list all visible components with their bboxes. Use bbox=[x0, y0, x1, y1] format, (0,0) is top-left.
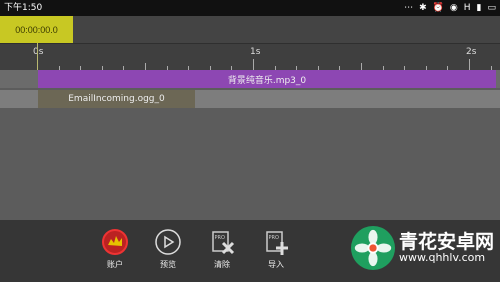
signal-icon: ▮ bbox=[476, 3, 482, 13]
track-area[interactable]: 背景纯音乐.mp3_0 EmailIncoming.ogg_0 bbox=[0, 70, 500, 220]
clear-label: 清除 bbox=[214, 260, 230, 269]
svg-text:PRO: PRO bbox=[215, 235, 225, 241]
bluetooth-icon: ✱ bbox=[419, 3, 427, 13]
track-row-email: EmailIncoming.ogg_0 bbox=[0, 90, 500, 108]
track-row-music: 背景纯音乐.mp3_0 bbox=[0, 70, 500, 88]
clear-pro-icon: PRO bbox=[212, 231, 235, 255]
top-toolbar: 00:00:00.0 bbox=[0, 16, 500, 43]
watermark-logo-icon bbox=[350, 226, 395, 270]
account-icon bbox=[102, 229, 128, 255]
import-label: 导入 bbox=[268, 260, 284, 269]
status-time: 下午1:50 bbox=[4, 3, 43, 13]
watermark-url: www.qhhlv.com bbox=[398, 251, 486, 265]
clear-button[interactable]: PRO 清除 bbox=[203, 228, 241, 278]
status-icons: ⋯ ✱ ⏰ ◉ H ▮ ▭ bbox=[404, 0, 496, 16]
ruler-label-2s: 2s bbox=[466, 47, 477, 57]
email-clip[interactable]: EmailIncoming.ogg_0 bbox=[38, 90, 195, 108]
battery-icon: ▭ bbox=[487, 3, 496, 13]
ruler-label-1s: 1s bbox=[250, 47, 261, 57]
alarm-icon: ⏰ bbox=[432, 3, 444, 13]
watermark-title: 青花安卓网 bbox=[398, 230, 494, 253]
play-icon bbox=[155, 229, 181, 255]
account-button[interactable]: 账户 bbox=[96, 228, 134, 278]
music-clip[interactable]: 背景纯音乐.mp3_0 bbox=[38, 70, 496, 88]
account-label: 账户 bbox=[107, 260, 123, 269]
timecode-display[interactable]: 00:00:00.0 bbox=[0, 16, 73, 43]
status-bar: 下午1:50 ⋯ ✱ ⏰ ◉ H ▮ ▭ bbox=[0, 0, 500, 16]
import-pro-icon: PRO bbox=[266, 231, 288, 255]
timeline-ruler[interactable]: 0s 1s 2s bbox=[0, 43, 500, 71]
preview-button[interactable]: 预览 bbox=[149, 228, 187, 278]
flower-icon bbox=[354, 229, 392, 267]
network-type: H bbox=[463, 3, 471, 13]
watermark: 青花安卓网 www.qhhlv.com bbox=[350, 226, 494, 270]
svg-text:PRO: PRO bbox=[269, 235, 279, 241]
more-icon: ⋯ bbox=[404, 3, 414, 13]
import-button[interactable]: PRO 导入 bbox=[257, 228, 295, 278]
ruler-label-0s: 0s bbox=[33, 47, 44, 57]
preview-label: 预览 bbox=[160, 260, 176, 269]
wifi-icon: ◉ bbox=[449, 3, 458, 13]
